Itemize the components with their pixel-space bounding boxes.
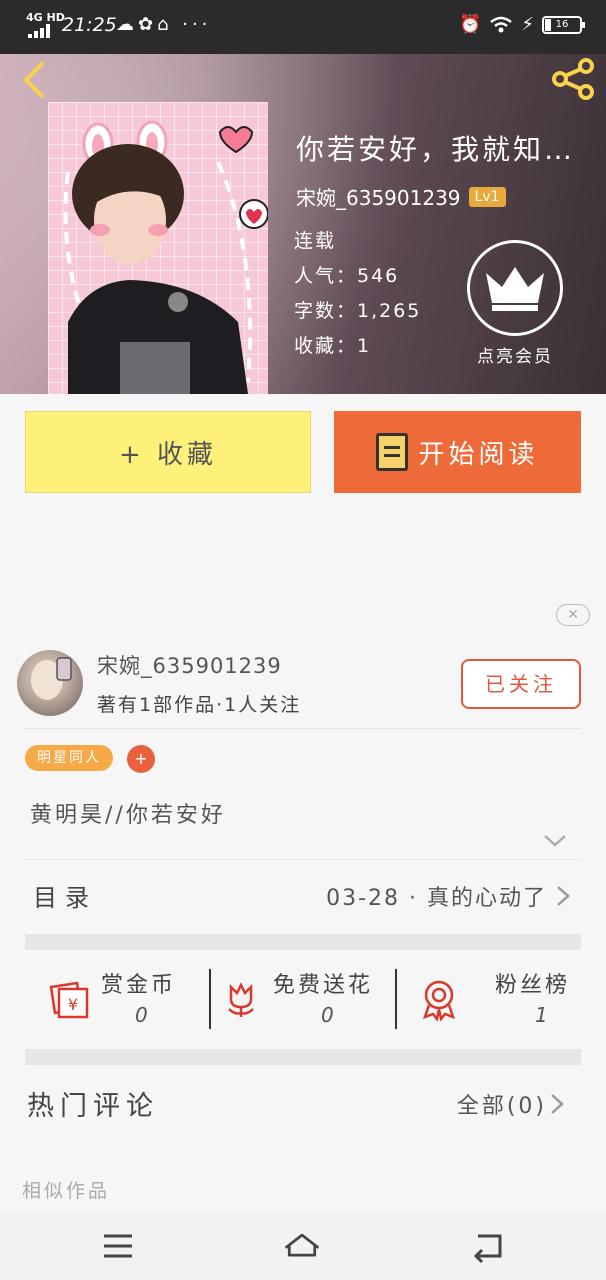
author-stats: 著有1部作品·1人关注 [97,694,302,716]
back-icon[interactable] [16,60,56,100]
start-reading-button[interactable]: 开始阅读 [334,411,581,493]
fan-ranking-label: 粉丝榜 [495,973,571,998]
hot-comments-row[interactable]: 热门评论 全部(0) [25,1066,581,1136]
fan-ranking-stat[interactable]: 粉丝榜 1 [397,951,581,1049]
author-avatar[interactable] [17,650,83,716]
serial-status: 连载 [294,230,337,252]
section-separator [25,934,581,950]
free-flowers-value: 0 [321,1003,334,1027]
add-favorite-label: + 收藏 [118,439,218,470]
genre-tag[interactable]: 明星同人 [25,745,113,771]
level-badge: Lv1 [468,186,506,207]
fan-ranking-value: 1 [535,1003,548,1027]
red-envelope-icon: ¥ [49,981,89,1019]
support-stats-row: ¥ 赏金币 0 免费送花 0 粉丝榜 1 [25,951,581,1049]
chevron-down-icon[interactable] [540,830,570,852]
back-nav-icon[interactable] [468,1226,508,1266]
system-nav-bar [0,1212,606,1280]
crown-icon [467,240,563,336]
book-header: 你若安好，我就知… 宋婉_635901239 Lv1 连载 人气：546 字数：… [0,54,606,394]
vip-button[interactable]: 点亮会员 [466,240,564,367]
word-count-stat: 字数：1,265 [294,300,422,322]
author-name[interactable]: 宋婉_635901239 [97,650,282,680]
favorites-stat: 收藏：1 [294,335,372,357]
svg-text:¥: ¥ [68,995,78,1014]
menu-icon[interactable] [98,1226,138,1266]
section-separator [25,1049,581,1065]
follow-button[interactable]: 已关注 [461,659,581,709]
reward-coins-label: 赏金币 [101,973,177,998]
free-flowers-label: 免费送花 [273,973,374,998]
battery-icon: 16 [542,15,585,34]
signal-icon [28,24,56,38]
ad-close-button[interactable]: ✕ [556,604,590,626]
network-type: 4G HD [26,11,65,24]
vip-label: 点亮会员 [477,347,553,367]
hot-comments-label: 热门评论 [27,1091,159,1122]
chevron-right-icon [551,1094,564,1114]
add-favorite-button[interactable]: + 收藏 [25,411,311,493]
reward-coins-value: 0 [135,1003,148,1027]
table-of-contents-row[interactable]: 目录 03-28 · 真的心动了 [25,860,581,930]
book-icon [376,433,409,471]
divider [25,728,581,729]
book-cover-image[interactable] [48,102,268,394]
book-intro: 黄明昊//你若安好 [30,803,226,828]
award-ribbon-icon [422,980,456,1021]
share-icon[interactable] [550,58,596,100]
toc-label: 目录 [33,884,97,912]
latest-chapter: 03-28 · 真的心动了 [326,886,547,911]
reward-coins-stat[interactable]: ¥ 赏金币 0 [25,951,209,1049]
wifi-icon [490,16,513,32]
free-flowers-stat[interactable]: 免费送花 0 [211,951,395,1049]
clock: 21:25 [62,14,117,36]
charging-icon: ⚡ [521,14,534,35]
book-title: 你若安好，我就知… [296,133,576,166]
similar-works-heading: 相似作品 [22,1180,111,1202]
popularity-stat: 人气：546 [294,265,400,287]
all-comments-link: 全部(0) [456,1094,547,1119]
flower-icon [228,982,254,1017]
alarm-icon: ⏰ [458,14,482,35]
home-icon[interactable] [282,1226,322,1266]
notification-icons: ☁✿⌂ ··· [116,14,212,35]
status-bar: 4G HD 21:25 ☁✿⌂ ··· ⏰ ⚡ 16 [0,0,606,54]
battery-level: 16 [555,18,569,30]
book-author[interactable]: 宋婉_635901239 [296,182,461,211]
add-tag-button[interactable]: + [127,745,155,773]
cover-illustration [63,120,268,394]
chevron-right-icon [557,886,570,906]
start-reading-label: 开始阅读 [418,439,539,470]
